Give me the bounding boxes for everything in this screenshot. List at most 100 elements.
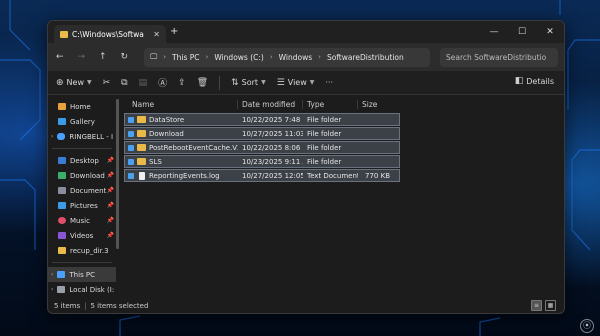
sidebar-item-recup-dir[interactable]: recup_dir.3 xyxy=(48,243,116,258)
refresh-icon[interactable]: ↻ xyxy=(119,52,131,62)
plus-circle-icon: ⊕ xyxy=(56,77,64,88)
sidebar-item-videos[interactable]: Videos 📌 xyxy=(48,228,116,243)
sidebar-item-label: recup_dir.3 xyxy=(70,246,109,255)
details-pane-icon: ◧ xyxy=(514,76,524,86)
cut-button[interactable]: ✂ xyxy=(103,78,111,88)
sidebar-divider xyxy=(52,148,112,149)
file-name-cell: ReportingEvents.log xyxy=(125,171,238,180)
sidebar-item-label: Videos xyxy=(70,231,94,240)
chevron-right-icon: › xyxy=(163,53,167,61)
file-name: DataStore xyxy=(149,115,185,124)
sidebar-item-this-pc[interactable]: › This PC xyxy=(48,267,116,282)
checkbox-icon[interactable] xyxy=(128,144,134,151)
search-input[interactable]: Search SoftwareDistributio xyxy=(440,47,558,67)
checkbox-icon[interactable] xyxy=(128,116,134,123)
window-controls: — ☐ ✕ xyxy=(480,21,564,43)
navigation-pane: Home Gallery › RINGBELL - I Desktop 📌 Do… xyxy=(48,95,119,299)
file-row[interactable]: SLS 10/23/2025 9:11 A File folder xyxy=(124,155,400,168)
chevron-right-icon[interactable]: › xyxy=(51,286,53,293)
chevron-down-icon: ▼ xyxy=(309,79,315,86)
delete-button[interactable]: 🗑 xyxy=(197,78,208,88)
breadcrumb-this-pc[interactable]: This PC xyxy=(172,53,199,62)
sidebar-item-local-disk[interactable]: › Local Disk (I: xyxy=(48,282,116,297)
file-row[interactable]: PostRebootEventCache.V2 10/22/2025 8:06 … xyxy=(124,141,400,154)
status-bar: 5 items | 5 items selected ≡ ▦ xyxy=(48,299,564,313)
command-bar: ⊕ New ▼ ✂ ⧉ ▤ Ⓐ ⇪ 🗑 ⇅ Sort ▼ ☰ View ▼ ··… xyxy=(48,71,564,95)
rename-icon: Ⓐ xyxy=(158,79,168,89)
pin-icon: 📌 xyxy=(106,217,114,224)
tab-bar: C:\Windows\SoftwareD ✕ + — ☐ ✕ xyxy=(48,21,564,43)
up-arrow-icon[interactable]: ↑ xyxy=(97,52,109,62)
desktop-icon xyxy=(58,157,66,164)
file-type: File folder xyxy=(307,115,342,124)
minimize-button[interactable]: — xyxy=(480,21,508,43)
checkbox-icon[interactable] xyxy=(128,158,134,165)
sidebar-item-label: Desktop xyxy=(70,156,99,165)
file-date: 10/27/2025 12:05 xyxy=(242,171,303,180)
more-options-button[interactable]: ··· xyxy=(325,78,333,87)
sidebar-item-label: Local Disk (I: xyxy=(69,285,115,294)
new-tab-button[interactable]: + xyxy=(170,26,178,37)
file-name: SLS xyxy=(149,157,162,166)
checkbox-icon[interactable] xyxy=(128,130,134,137)
column-header-size[interactable]: Size xyxy=(357,99,392,109)
file-name-cell: SLS xyxy=(125,158,238,166)
details-pane-button[interactable]: ◧ Details xyxy=(515,76,554,86)
address-row: ← → ↑ ↻ 🖵 › This PC › Windows (C:) › Win… xyxy=(48,43,564,71)
file-row[interactable]: DataStore 10/22/2025 7:48 P File folder xyxy=(124,113,400,126)
monitor-icon: 🖵 xyxy=(150,52,158,61)
share-button[interactable]: ⇪ xyxy=(178,78,186,88)
cloud-icon xyxy=(57,133,66,140)
chevron-right-icon[interactable]: › xyxy=(51,133,53,140)
close-button[interactable]: ✕ xyxy=(536,21,564,43)
checkbox-icon[interactable] xyxy=(128,172,134,179)
view-label: View xyxy=(287,78,307,87)
status-divider: | xyxy=(84,302,87,310)
tiles-view-icon[interactable]: ▦ xyxy=(545,300,556,311)
file-row[interactable]: ReportingEvents.log 10/27/2025 12:05 Tex… xyxy=(124,169,400,182)
sidebar-item-documents[interactable]: Document 📌 xyxy=(48,183,116,198)
details-view-icon[interactable]: ≡ xyxy=(531,300,542,311)
sort-button[interactable]: ⇅ Sort ▼ xyxy=(231,78,266,88)
column-header-name[interactable]: Name xyxy=(124,100,237,109)
file-name: PostRebootEventCache.V2 xyxy=(149,143,238,152)
tab-close-icon[interactable]: ✕ xyxy=(153,30,160,39)
details-label: Details xyxy=(526,76,554,86)
breadcrumb-windows[interactable]: Windows xyxy=(279,53,312,62)
forward-arrow-icon[interactable]: → xyxy=(76,52,88,62)
sidebar-item-gallery[interactable]: Gallery xyxy=(48,114,116,129)
file-name-cell: DataStore xyxy=(125,116,238,124)
breadcrumb-windows-c[interactable]: Windows (C:) xyxy=(214,53,263,62)
address-bar[interactable]: 🖵 › This PC › Windows (C:) › Windows › S… xyxy=(144,47,430,67)
file-type: Text Document xyxy=(307,171,358,180)
folder-icon xyxy=(60,30,68,38)
column-header-type[interactable]: Type xyxy=(302,99,357,109)
paste-button[interactable]: ▤ xyxy=(139,78,148,88)
breadcrumb-softwaredistribution[interactable]: SoftwareDistribution xyxy=(327,53,404,62)
copy-button[interactable]: ⧉ xyxy=(121,78,127,88)
view-button[interactable]: ☰ View ▼ xyxy=(277,78,315,88)
tab-active[interactable]: C:\Windows\SoftwareD ✕ xyxy=(54,25,166,43)
chevron-right-icon[interactable]: › xyxy=(51,271,53,278)
sidebar-item-pictures[interactable]: Pictures 📌 xyxy=(48,198,116,213)
view-icon: ☰ xyxy=(276,77,285,88)
file-date: 10/23/2025 9:11 A xyxy=(242,157,303,166)
share-icon: ⇪ xyxy=(178,77,186,88)
new-button[interactable]: ⊕ New ▼ xyxy=(56,78,92,88)
sidebar-item-label: Music xyxy=(70,216,90,225)
sidebar-item-onedrive[interactable]: › RINGBELL - I xyxy=(48,129,116,144)
sidebar-divider xyxy=(52,262,112,263)
copy-icon: ⧉ xyxy=(121,77,128,88)
sidebar-item-desktop[interactable]: Desktop 📌 xyxy=(48,153,116,168)
file-row[interactable]: Download 10/27/2025 11:03 File folder xyxy=(124,127,400,140)
selection-count: 5 items selected xyxy=(90,302,149,310)
back-arrow-icon[interactable]: ← xyxy=(54,52,66,62)
sort-label: Sort xyxy=(241,78,259,87)
pictures-icon xyxy=(58,202,66,209)
sidebar-item-home[interactable]: Home xyxy=(48,99,116,114)
sidebar-item-music[interactable]: Music 📌 xyxy=(48,213,116,228)
maximize-button[interactable]: ☐ xyxy=(508,21,536,43)
sidebar-item-downloads[interactable]: Download 📌 xyxy=(48,168,116,183)
column-header-date[interactable]: Date modified xyxy=(237,99,302,109)
rename-button[interactable]: Ⓐ xyxy=(158,76,167,89)
